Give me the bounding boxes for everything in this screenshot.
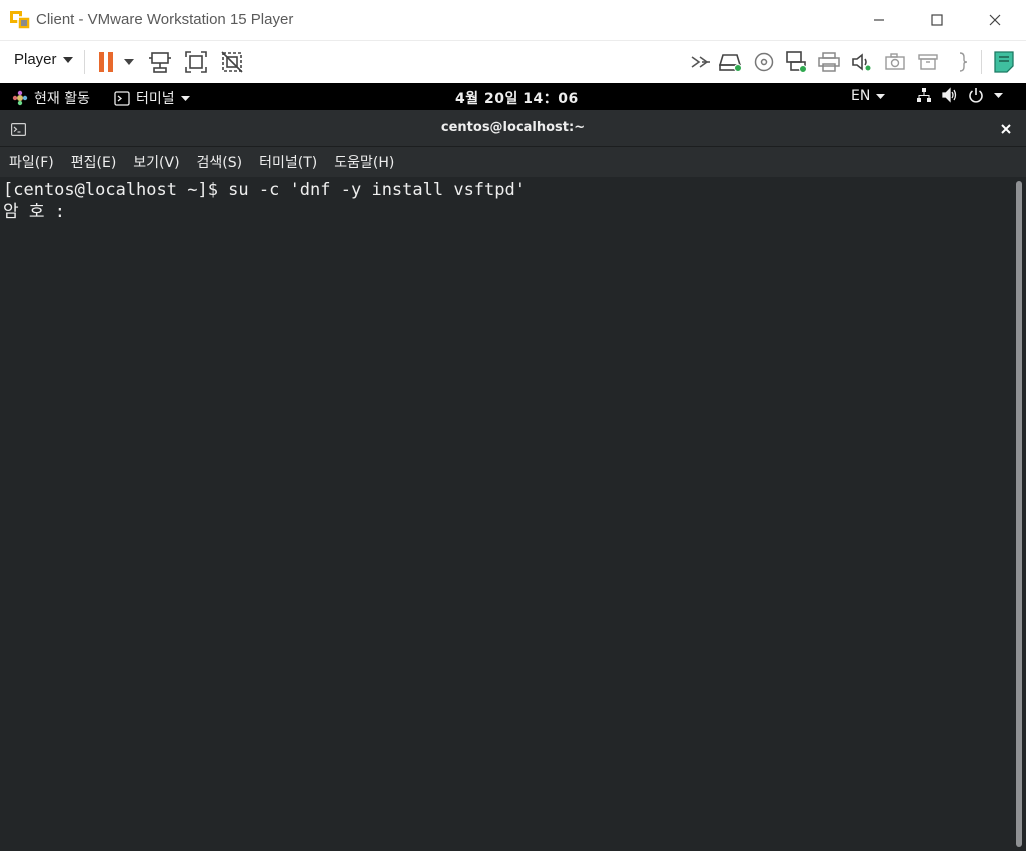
network-adapter-icon xyxy=(786,51,807,73)
note-icon xyxy=(994,51,1014,73)
close-icon xyxy=(1001,124,1011,134)
toolbar-divider xyxy=(84,50,85,74)
gnome-top-bar: 현재 활동 터미널 4월 20일 14：06 EN xyxy=(0,83,1026,110)
close-icon xyxy=(989,14,1001,26)
usb-device-button[interactable] xyxy=(915,49,941,75)
pause-button[interactable] xyxy=(93,49,119,75)
double-chevron-right-icon xyxy=(691,56,710,68)
terminal-close-button[interactable] xyxy=(996,119,1016,139)
cd-dvd-device-button[interactable] xyxy=(751,49,777,75)
terminal-scrollbar[interactable] xyxy=(1014,177,1026,851)
fit-guest-button[interactable] xyxy=(183,49,209,75)
caret-down-icon xyxy=(62,56,73,63)
player-menu-button[interactable]: Player xyxy=(14,51,73,68)
network-wired-icon xyxy=(917,88,931,102)
menu-terminal[interactable]: 터미널(T) xyxy=(259,152,317,172)
hard-disk-icon xyxy=(719,54,742,72)
power-icon xyxy=(969,88,983,103)
terminal-title: centos@localhost:~ xyxy=(440,120,586,135)
terminal-line-password-prompt: 암 호 : xyxy=(3,202,65,222)
printer-device-button[interactable] xyxy=(816,49,842,75)
unity-icon xyxy=(221,51,243,73)
volume-icon xyxy=(942,87,957,103)
terminal-icon xyxy=(114,90,130,106)
shared-folder-button[interactable] xyxy=(950,49,976,75)
menu-help[interactable]: 도움말(H) xyxy=(334,152,394,172)
menu-view[interactable]: 보기(V) xyxy=(133,152,179,172)
language-label: EN xyxy=(851,88,871,104)
vmware-toolbar: Player xyxy=(0,40,1026,83)
app-menu-button[interactable]: 터미널 xyxy=(114,88,190,108)
vmware-titlebar: Client - VMware Workstation 15 Player xyxy=(0,0,1026,40)
hard-disk-device-button[interactable] xyxy=(718,49,744,75)
terminal-scrollbar-thumb[interactable] xyxy=(1016,181,1022,847)
terminal-header-bar: centos@localhost:~ xyxy=(0,110,1026,147)
fit-guest-icon xyxy=(185,51,207,73)
clock[interactable]: 4월 20일 14：06 xyxy=(455,88,579,108)
curly-brace-icon xyxy=(959,52,968,72)
more-devices-button[interactable] xyxy=(688,49,714,75)
maximize-button[interactable] xyxy=(908,0,966,40)
caret-down-icon xyxy=(994,92,1003,98)
vmware-player-window: Client - VMware Workstation 15 Player Pl… xyxy=(0,0,1026,851)
sound-card-button[interactable] xyxy=(849,49,875,75)
send-ctrl-alt-del-button[interactable] xyxy=(147,49,173,75)
close-button[interactable] xyxy=(966,0,1024,40)
printer-icon xyxy=(818,52,840,72)
terminal-window: centos@localhost:~ 파일(F) 편집(E) 보기(V) 검색(… xyxy=(0,110,1026,851)
caret-down-icon xyxy=(876,93,886,99)
app-menu-label: 터미널 xyxy=(136,91,175,107)
message-log-button[interactable] xyxy=(991,49,1017,75)
pause-icon xyxy=(99,52,113,72)
cd-dvd-icon xyxy=(754,52,774,72)
caret-down-icon xyxy=(180,95,190,101)
gnome-activities-icon xyxy=(12,90,28,106)
maximize-icon xyxy=(931,14,943,26)
system-menu[interactable] xyxy=(916,87,1003,103)
toolbar-divider xyxy=(981,50,982,74)
activities-label: 현재 활동 xyxy=(34,91,90,107)
menu-file[interactable]: 파일(F) xyxy=(9,152,54,172)
terminal-output[interactable]: [centos@localhost ~]$ su -c 'dnf -y inst… xyxy=(0,177,1014,851)
send-ctrl-alt-del-icon xyxy=(149,52,171,73)
minimize-icon xyxy=(874,19,884,21)
activities-button[interactable]: 현재 활동 xyxy=(12,88,90,108)
caret-down-icon xyxy=(124,59,134,65)
power-options-dropdown[interactable] xyxy=(118,49,140,75)
terminal-line-command: [centos@localhost ~]$ su -c 'dnf -y inst… xyxy=(3,180,525,200)
player-menu-label: Player xyxy=(14,51,57,68)
speaker-icon xyxy=(852,53,872,72)
network-adapter-button[interactable] xyxy=(783,49,809,75)
terminal-menubar: 파일(F) 편집(E) 보기(V) 검색(S) 터미널(T) 도움말(H) xyxy=(0,147,1026,177)
usb-archive-icon xyxy=(918,54,938,70)
window-title: Client - VMware Workstation 15 Player xyxy=(36,11,294,28)
camera-icon xyxy=(885,53,905,70)
camera-device-button[interactable] xyxy=(882,49,908,75)
minimize-button[interactable] xyxy=(850,0,908,40)
menu-search[interactable]: 검색(S) xyxy=(197,152,243,172)
vmware-icon xyxy=(9,10,31,30)
guest-display[interactable]: 현재 활동 터미널 4월 20일 14：06 EN centos@localho… xyxy=(0,83,1026,851)
input-language-selector[interactable]: EN xyxy=(851,88,886,104)
menu-edit[interactable]: 편집(E) xyxy=(71,152,117,172)
unity-button[interactable] xyxy=(219,49,245,75)
